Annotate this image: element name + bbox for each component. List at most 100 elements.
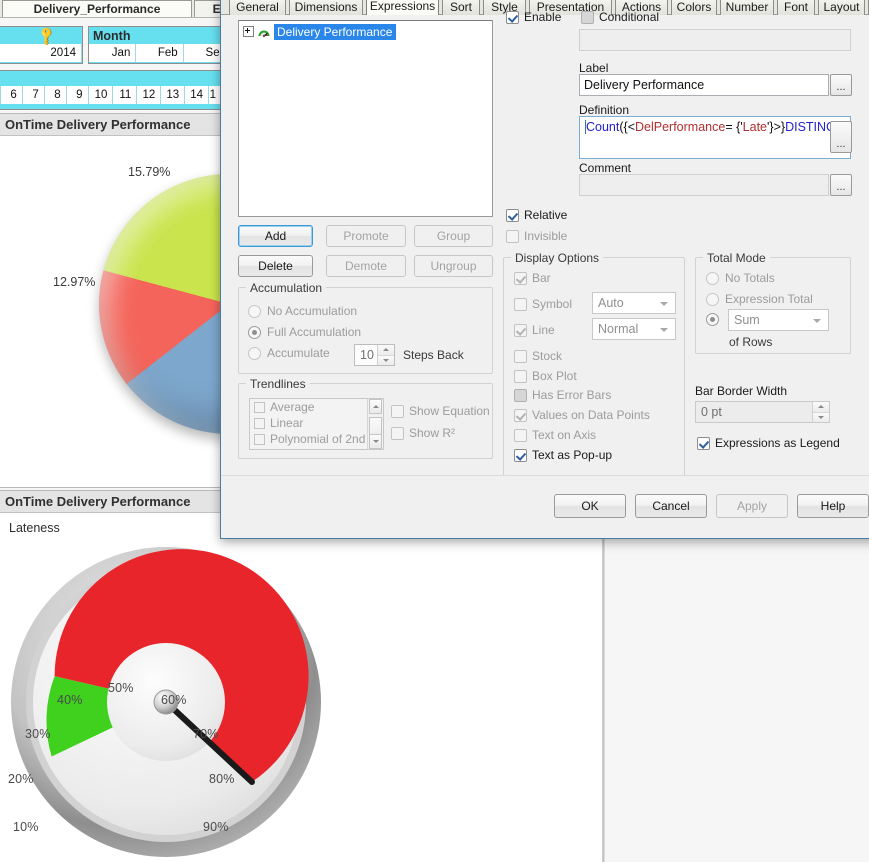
tab-colors[interactable]: Colors: [671, 0, 717, 15]
listbox-cell-day[interactable]: 13: [161, 86, 186, 104]
expand-plus-icon[interactable]: [243, 26, 254, 37]
checkbox-box[interactable]: [506, 208, 519, 222]
checkbox-show-r2: Show R²: [391, 426, 455, 440]
listbox-cell-day[interactable]: 6: [0, 86, 23, 104]
listbox-cell-year[interactable]: 2014: [0, 44, 82, 62]
checkbox-box: [506, 229, 519, 243]
checkbox-label: Expressions as Legend: [715, 436, 840, 450]
radio-dot: [248, 325, 261, 339]
gauge-tick-30: 30%: [25, 727, 51, 741]
tab-general[interactable]: General: [229, 0, 286, 15]
definition-input[interactable]: Count ({< DelPerformance = {' Late '}>} DIST…: [579, 116, 851, 159]
ok-button[interactable]: OK: [554, 494, 626, 518]
tab-expressions[interactable]: Expressions: [366, 0, 439, 15]
checkbox-relative[interactable]: Relative: [506, 208, 567, 222]
trendline-item[interactable]: Polynomial of 2nd d: [250, 431, 383, 447]
trendline-label: Linear: [270, 416, 304, 430]
tab-layout[interactable]: Layout: [818, 0, 865, 15]
checkbox-box[interactable]: [697, 436, 710, 450]
radio-dot: [706, 271, 719, 285]
checkbox-box-plot: Box Plot: [514, 369, 577, 383]
listbox-cell-day[interactable]: 10: [88, 86, 114, 104]
radio-dot: [248, 346, 261, 360]
tab-font[interactable]: Font: [777, 0, 815, 15]
definition-browse-button[interactable]: ...: [830, 121, 852, 153]
total-mode-group-title: Total Mode: [703, 251, 770, 265]
checkbox-label: Has Error Bars: [532, 388, 612, 402]
checkbox-enable[interactable]: Enable: [506, 10, 561, 24]
listbox-day[interactable]: 5 6 7 8 9 10 11 12 13 14 1: [0, 70, 223, 110]
trendline-checkbox[interactable]: [254, 433, 265, 445]
checkbox-values-on-data-points: Values on Data Points: [514, 408, 650, 422]
group-button: Group: [414, 225, 493, 247]
chart-panel-pie[interactable]: OnTime Delivery Performance 15.79% 12.97…: [0, 113, 359, 488]
total-mode-group: Total Mode No Totals Expression Total Su…: [695, 251, 851, 354]
listbox-cell-day[interactable]: 8: [44, 86, 67, 104]
checkbox-text-as-popup[interactable]: Text as Pop-up: [514, 448, 612, 462]
delete-button[interactable]: Delete: [238, 255, 313, 277]
comment-input[interactable]: [579, 174, 829, 196]
radio-expression-total: Expression Total: [706, 292, 813, 306]
listbox-cell-day[interactable]: 11: [113, 86, 138, 104]
trendline-checkbox[interactable]: [254, 417, 265, 429]
conditional-input[interactable]: [579, 29, 851, 51]
apply-button: Apply: [716, 494, 788, 518]
add-button[interactable]: Add: [238, 225, 313, 247]
scroll-down-icon[interactable]: [369, 434, 382, 449]
label-input[interactable]: Delivery Performance: [579, 74, 829, 96]
definition-token: = {': [725, 120, 743, 134]
trendline-item[interactable]: Polynomial of 3rd d: [250, 447, 383, 451]
checkbox-box[interactable]: [514, 448, 527, 462]
checkbox-box[interactable]: [506, 10, 519, 24]
trendline-checkbox[interactable]: [254, 450, 265, 451]
expression-tree[interactable]: Delivery Performance: [238, 20, 493, 217]
dialog-body: Delivery Performance Add Delete Promote …: [221, 10, 869, 478]
checkbox-label: Invisible: [524, 229, 568, 243]
gauge-tick-90: 90%: [203, 820, 229, 834]
expression-tree-item-label: Delivery Performance: [274, 23, 397, 40]
listbox-year[interactable]: 🔑 2014: [0, 25, 83, 64]
accumulation-group: Accumulation No Accumulation Full Accumu…: [238, 281, 493, 374]
expression-tree-item[interactable]: Delivery Performance: [239, 21, 492, 40]
checkbox-stock: Stock: [514, 349, 562, 363]
listbox-cell-day[interactable]: 7: [22, 86, 45, 104]
listbox-cell-month[interactable]: Feb: [136, 44, 184, 62]
tab-sort[interactable]: Sort: [442, 0, 480, 15]
checkbox-conditional[interactable]: Conditional: [581, 10, 659, 24]
checkbox-box: [514, 323, 527, 337]
cancel-button[interactable]: Cancel: [635, 494, 707, 518]
checkbox-symbol: Symbol: [514, 297, 572, 311]
listbox-year-cells: 2014: [0, 44, 82, 62]
chevron-down-icon: [660, 302, 668, 306]
tab-dimensions[interactable]: Dimensions: [289, 0, 363, 15]
checkbox-label: Bar: [532, 271, 551, 285]
steps-back-label: Steps Back: [403, 348, 464, 362]
gauge-series-label: Lateness: [9, 521, 60, 535]
listbox-cell-month[interactable]: Jan: [89, 44, 137, 62]
checkbox-box[interactable]: [581, 10, 594, 24]
comment-caption: Comment: [579, 161, 632, 175]
checkbox-label: Enable: [524, 10, 562, 24]
tab-number[interactable]: Number: [720, 0, 774, 15]
chevron-down-icon: [813, 319, 821, 323]
help-button[interactable]: Help: [797, 494, 869, 518]
bar-border-width-label: Bar Border Width: [695, 384, 788, 398]
trendlines-scrollbar[interactable]: [367, 399, 383, 449]
pie-label-value-2: 12.97%: [53, 275, 96, 289]
trendlines-group-title: Trendlines: [246, 377, 310, 391]
trendline-item[interactable]: Linear: [250, 415, 383, 431]
checkbox-expressions-as-legend[interactable]: Expressions as Legend: [697, 436, 840, 450]
sheet-tab-delivery-performance[interactable]: Delivery_Performance: [2, 0, 192, 17]
comment-browse-button[interactable]: ...: [830, 174, 852, 196]
trendlines-list[interactable]: Average Linear Polynomial of 2nd d Polyn…: [249, 398, 384, 450]
trendline-checkbox[interactable]: [254, 401, 265, 413]
listbox-month[interactable]: Month Jan Feb Sep: [88, 26, 233, 64]
listbox-cell-day[interactable]: 12: [137, 86, 162, 104]
checkbox-label: Conditional: [599, 10, 660, 24]
label-browse-button[interactable]: ...: [830, 74, 852, 96]
listbox-cell-day[interactable]: 9: [66, 86, 89, 104]
trendline-item[interactable]: Average: [250, 399, 383, 415]
listbox-cell-day[interactable]: 14: [185, 86, 210, 104]
scroll-up-icon[interactable]: [369, 399, 382, 414]
chart-panel-gauge[interactable]: OnTime Delivery Performance Lateness 10%…: [0, 490, 603, 862]
